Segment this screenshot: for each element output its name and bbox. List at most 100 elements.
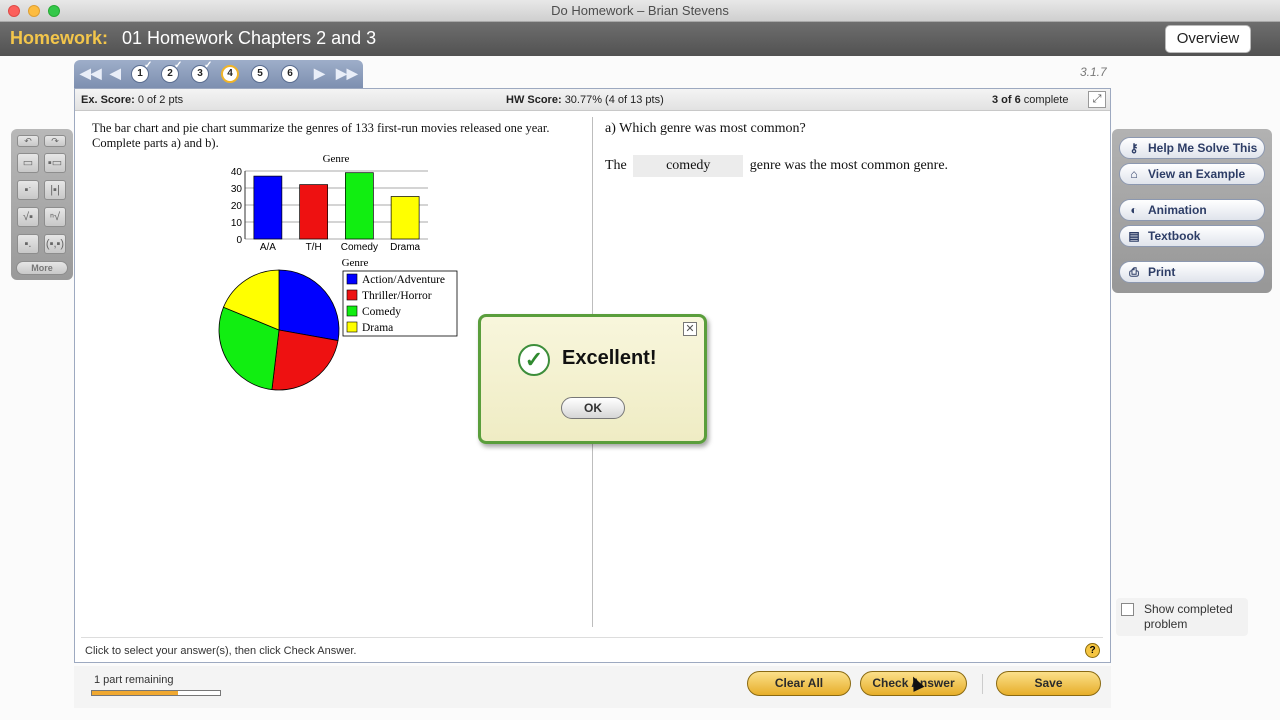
question-number-5[interactable]: 5: [251, 65, 269, 83]
expand-icon[interactable]: ⤢: [1088, 91, 1106, 108]
bar-x-tick-label: T/H: [306, 242, 322, 253]
show-completed-option: Show completed problem: [1116, 598, 1248, 636]
show-completed-checkbox[interactable]: [1121, 603, 1134, 616]
legend-label: Thriller/Horror: [362, 290, 432, 302]
previous-question-icon[interactable]: ◀: [110, 65, 121, 82]
close-dialog-icon[interactable]: ✕: [683, 322, 697, 336]
question-number-6[interactable]: 6: [281, 65, 299, 83]
homework-label: Homework:: [10, 28, 109, 48]
footer-divider: [81, 637, 1103, 638]
animation-icon: ◐: [1130, 203, 1138, 217]
question-number-4[interactable]: 4: [221, 65, 239, 83]
book-icon: ▤: [1128, 229, 1140, 243]
bar-y-tick-label: 40: [231, 167, 243, 178]
bar-th: [299, 184, 328, 240]
window-title: Do Homework – Brian Stevens: [551, 3, 729, 18]
exercise-score: Ex. Score: 0 of 2 pts: [81, 94, 184, 106]
version-label: 3.1.7: [1080, 65, 1107, 79]
math-palette: ↶ ↷ ▭ ▪▭ ▪ˑ |▪| √▪ ⁿ√ ▪. (▪,▪) More: [11, 129, 73, 280]
bar-y-tick-label: 30: [231, 184, 243, 195]
learning-aids-panel: ⚷ Help Me Solve This ⌂ View an Example ◐ Anim…: [1112, 129, 1272, 293]
part-a-question: a) Which genre was most common?: [605, 121, 806, 136]
view-example-button[interactable]: ⌂ View an Example: [1119, 163, 1265, 185]
answer-dropdown[interactable]: comedy: [633, 155, 744, 177]
pie-slice-action-adventure: [278, 269, 340, 342]
bar-drama: [390, 196, 420, 240]
legend-swatch: [346, 289, 358, 301]
tool-label: Animation: [1148, 203, 1207, 217]
tool-label: Print: [1148, 265, 1176, 279]
show-completed-label: Show completed problem: [1144, 602, 1233, 631]
help-me-solve-button[interactable]: ⚷ Help Me Solve This: [1119, 137, 1265, 159]
animation-button[interactable]: ◐ Animation: [1119, 199, 1265, 221]
homework-header: Homework: 01 Homework Chapters 2 and 3 O…: [0, 22, 1280, 56]
homework-title: 01 Homework Chapters 2 and 3: [122, 28, 377, 48]
textbook-button[interactable]: ▤ Textbook: [1119, 225, 1265, 247]
completed-check-icon: ✓: [174, 60, 183, 71]
clear-all-button[interactable]: Clear All: [747, 671, 851, 696]
checkmark-icon: ✓: [518, 344, 550, 376]
ok-button[interactable]: OK: [561, 397, 625, 419]
window-title-bar: Do Homework – Brian Stevens: [0, 0, 1280, 22]
house-icon: ⌂: [1130, 167, 1138, 181]
bar-x-tick-label: Drama: [390, 242, 420, 253]
parts-progress-bar: [91, 690, 221, 696]
score-bar: Ex. Score: 0 of 2 pts HW Score: 30.77% (…: [75, 89, 1110, 111]
completed-check-icon: ✓: [204, 60, 213, 71]
pie-slice-thriller-horror: [271, 329, 339, 391]
key-icon: ⚷: [1129, 141, 1139, 155]
bar-x-tick-label: A/A: [260, 242, 276, 253]
legend-swatch: [346, 321, 358, 333]
legend-label: Comedy: [362, 306, 401, 318]
answer-sentence: The comedy genre was the most common gen…: [605, 155, 948, 177]
mixed-number-icon[interactable]: ▪▭: [44, 153, 66, 173]
tool-label: View an Example: [1148, 167, 1246, 181]
bar-y-tick-label: 0: [236, 235, 242, 246]
button-separator: [982, 674, 983, 694]
absolute-value-icon[interactable]: |▪|: [44, 180, 66, 200]
bar-x-tick-label: Comedy: [341, 242, 378, 253]
homework-score: HW Score: 30.77% (4 of 13 pts): [506, 94, 664, 106]
feedback-dialog: ✕ ✓ Excellent! OK: [478, 314, 707, 444]
pie-chart-title: Genre: [342, 257, 369, 269]
legend-label: Action/Adventure: [362, 274, 445, 286]
tool-label: Textbook: [1148, 229, 1201, 243]
decimal-icon[interactable]: ▪.: [17, 234, 39, 254]
overview-button[interactable]: Overview: [1165, 25, 1251, 53]
bar-y-tick-label: 10: [231, 218, 243, 229]
parts-progress-fill: [92, 691, 178, 695]
bar-chart-title: Genre: [323, 153, 350, 165]
last-question-icon[interactable]: ▶▶: [336, 65, 358, 82]
legend-swatch: [346, 305, 358, 317]
completion-count: 3 of 6 complete: [992, 94, 1069, 106]
fraction-icon[interactable]: ▭: [17, 153, 39, 173]
first-question-icon[interactable]: ◀◀: [80, 65, 102, 82]
bar-comedy: [345, 172, 374, 240]
nth-root-icon[interactable]: ⁿ√: [44, 207, 66, 227]
print-button[interactable]: ⎙ Print: [1119, 261, 1265, 283]
answer-prefix: The: [605, 158, 627, 174]
bar-aa: [253, 175, 283, 240]
redo-icon[interactable]: ↷: [44, 135, 66, 147]
bar-y-tick-label: 20: [231, 201, 243, 212]
legend-label: Drama: [362, 322, 393, 334]
next-question-icon[interactable]: ▶: [314, 65, 325, 82]
question-navigator: ◀◀ ◀ 1 ✓ 2 ✓ 3 ✓ 4 5 6 ▶ ▶▶: [74, 60, 363, 88]
more-button[interactable]: More: [16, 261, 68, 275]
answer-suffix: genre was the most common genre.: [749, 158, 949, 174]
square-root-icon[interactable]: √▪: [17, 207, 39, 227]
exponent-icon[interactable]: ▪ˑ: [17, 180, 39, 200]
completed-check-icon: ✓: [144, 60, 153, 71]
help-icon[interactable]: ?: [1085, 643, 1100, 658]
save-button[interactable]: Save: [996, 671, 1101, 696]
legend-swatch: [346, 273, 358, 285]
feedback-message: Excellent!: [562, 347, 657, 369]
genre-charts: Genre 0 10 20 30 40 A/A T/H Comedy Drama Genre Acti…: [218, 153, 458, 391]
parts-remaining: 1 part remaining: [94, 674, 174, 686]
bottom-action-bar: 1 part remaining Clear All Check Answer …: [74, 666, 1111, 708]
tool-label: Help Me Solve This: [1148, 141, 1258, 155]
instruction-hint: Click to select your answer(s), then cli…: [85, 645, 357, 657]
interval-icon[interactable]: (▪,▪): [44, 234, 66, 254]
undo-icon[interactable]: ↶: [17, 135, 39, 147]
printer-icon: ⎙: [1129, 265, 1139, 279]
